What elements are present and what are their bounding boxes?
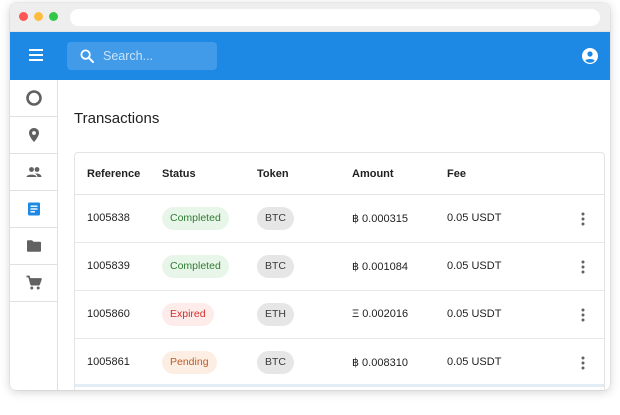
document-icon — [27, 202, 40, 216]
main-content: Transactions Reference Status Token Amou… — [58, 80, 610, 390]
sidebar-nav — [10, 80, 58, 390]
status-badge: Pending — [162, 351, 217, 374]
reference-cell: 1005860 — [87, 308, 130, 320]
location-pin-icon — [28, 128, 39, 142]
people-icon — [26, 167, 41, 177]
minimize-window-button[interactable] — [34, 12, 43, 21]
fee-cell: 0.05 USDT — [447, 308, 502, 320]
amount-cell: Ξ 0.002016 — [352, 308, 409, 320]
token-chip: BTC — [257, 255, 294, 278]
column-header-token[interactable]: Token — [257, 168, 289, 180]
column-header-status[interactable]: Status — [162, 168, 196, 180]
reference-cell: 1005861 — [87, 356, 130, 368]
reference-cell: 1005838 — [87, 212, 130, 224]
more-vertical-icon[interactable] — [575, 355, 591, 371]
sidebar-item-overview[interactable] — [10, 80, 57, 117]
search-input[interactable] — [103, 47, 211, 65]
page-title: Transactions — [74, 110, 160, 127]
sidebar-item-locations[interactable] — [10, 117, 57, 154]
more-vertical-icon[interactable] — [575, 259, 591, 275]
sidebar-item-cart[interactable] — [10, 265, 57, 302]
reference-cell: 1005839 — [87, 260, 130, 272]
circle-outline-icon — [25, 90, 42, 106]
menu-icon[interactable] — [29, 49, 43, 61]
table-header: Reference Status Token Amount Fee — [75, 153, 604, 195]
browser-titlebar — [10, 3, 610, 32]
column-header-fee[interactable]: Fee — [447, 168, 466, 180]
table-row[interactable]: 1005838 Completed BTC ฿ 0.000315 0.05 US… — [75, 195, 604, 243]
sidebar-item-files[interactable] — [10, 228, 57, 265]
status-badge: Expired — [162, 303, 214, 326]
address-bar[interactable] — [70, 9, 600, 26]
more-vertical-icon[interactable] — [575, 211, 591, 227]
status-badge: Completed — [162, 207, 229, 230]
sidebar-item-people[interactable] — [10, 154, 57, 191]
account-circle-icon[interactable] — [582, 48, 598, 64]
table-row[interactable]: 1005860 Expired ETH Ξ 0.002016 0.05 USDT — [75, 291, 604, 339]
fee-cell: 0.05 USDT — [447, 212, 502, 224]
table-row[interactable]: 1005861 Pending BTC ฿ 0.008310 0.05 USDT — [75, 339, 604, 387]
browser-window: Transactions Reference Status Token Amou… — [10, 3, 610, 390]
amount-cell: ฿ 0.001084 — [352, 261, 408, 273]
more-vertical-icon[interactable] — [575, 307, 591, 323]
column-header-amount[interactable]: Amount — [352, 168, 394, 180]
close-window-button[interactable] — [19, 12, 28, 21]
fee-cell: 0.05 USDT — [447, 260, 502, 272]
maximize-window-button[interactable] — [49, 12, 58, 21]
search-box[interactable] — [67, 42, 217, 70]
token-chip: BTC — [257, 351, 294, 374]
table-row[interactable]: 1005839 Completed BTC ฿ 0.001084 0.05 US… — [75, 243, 604, 291]
token-chip: ETH — [257, 303, 294, 326]
token-chip: BTC — [257, 207, 294, 230]
cart-icon — [26, 275, 42, 290]
sidebar-item-transactions[interactable] — [10, 191, 57, 228]
fee-cell: 0.05 USDT — [447, 356, 502, 368]
column-header-reference[interactable]: Reference — [87, 168, 140, 180]
folder-icon — [26, 240, 41, 252]
amount-cell: ฿ 0.000315 — [352, 213, 408, 225]
search-icon — [80, 49, 94, 63]
transactions-table: Reference Status Token Amount Fee 100583… — [74, 152, 605, 390]
amount-cell: ฿ 0.008310 — [352, 357, 408, 369]
status-badge: Completed — [162, 255, 229, 278]
app-bar — [10, 32, 610, 80]
